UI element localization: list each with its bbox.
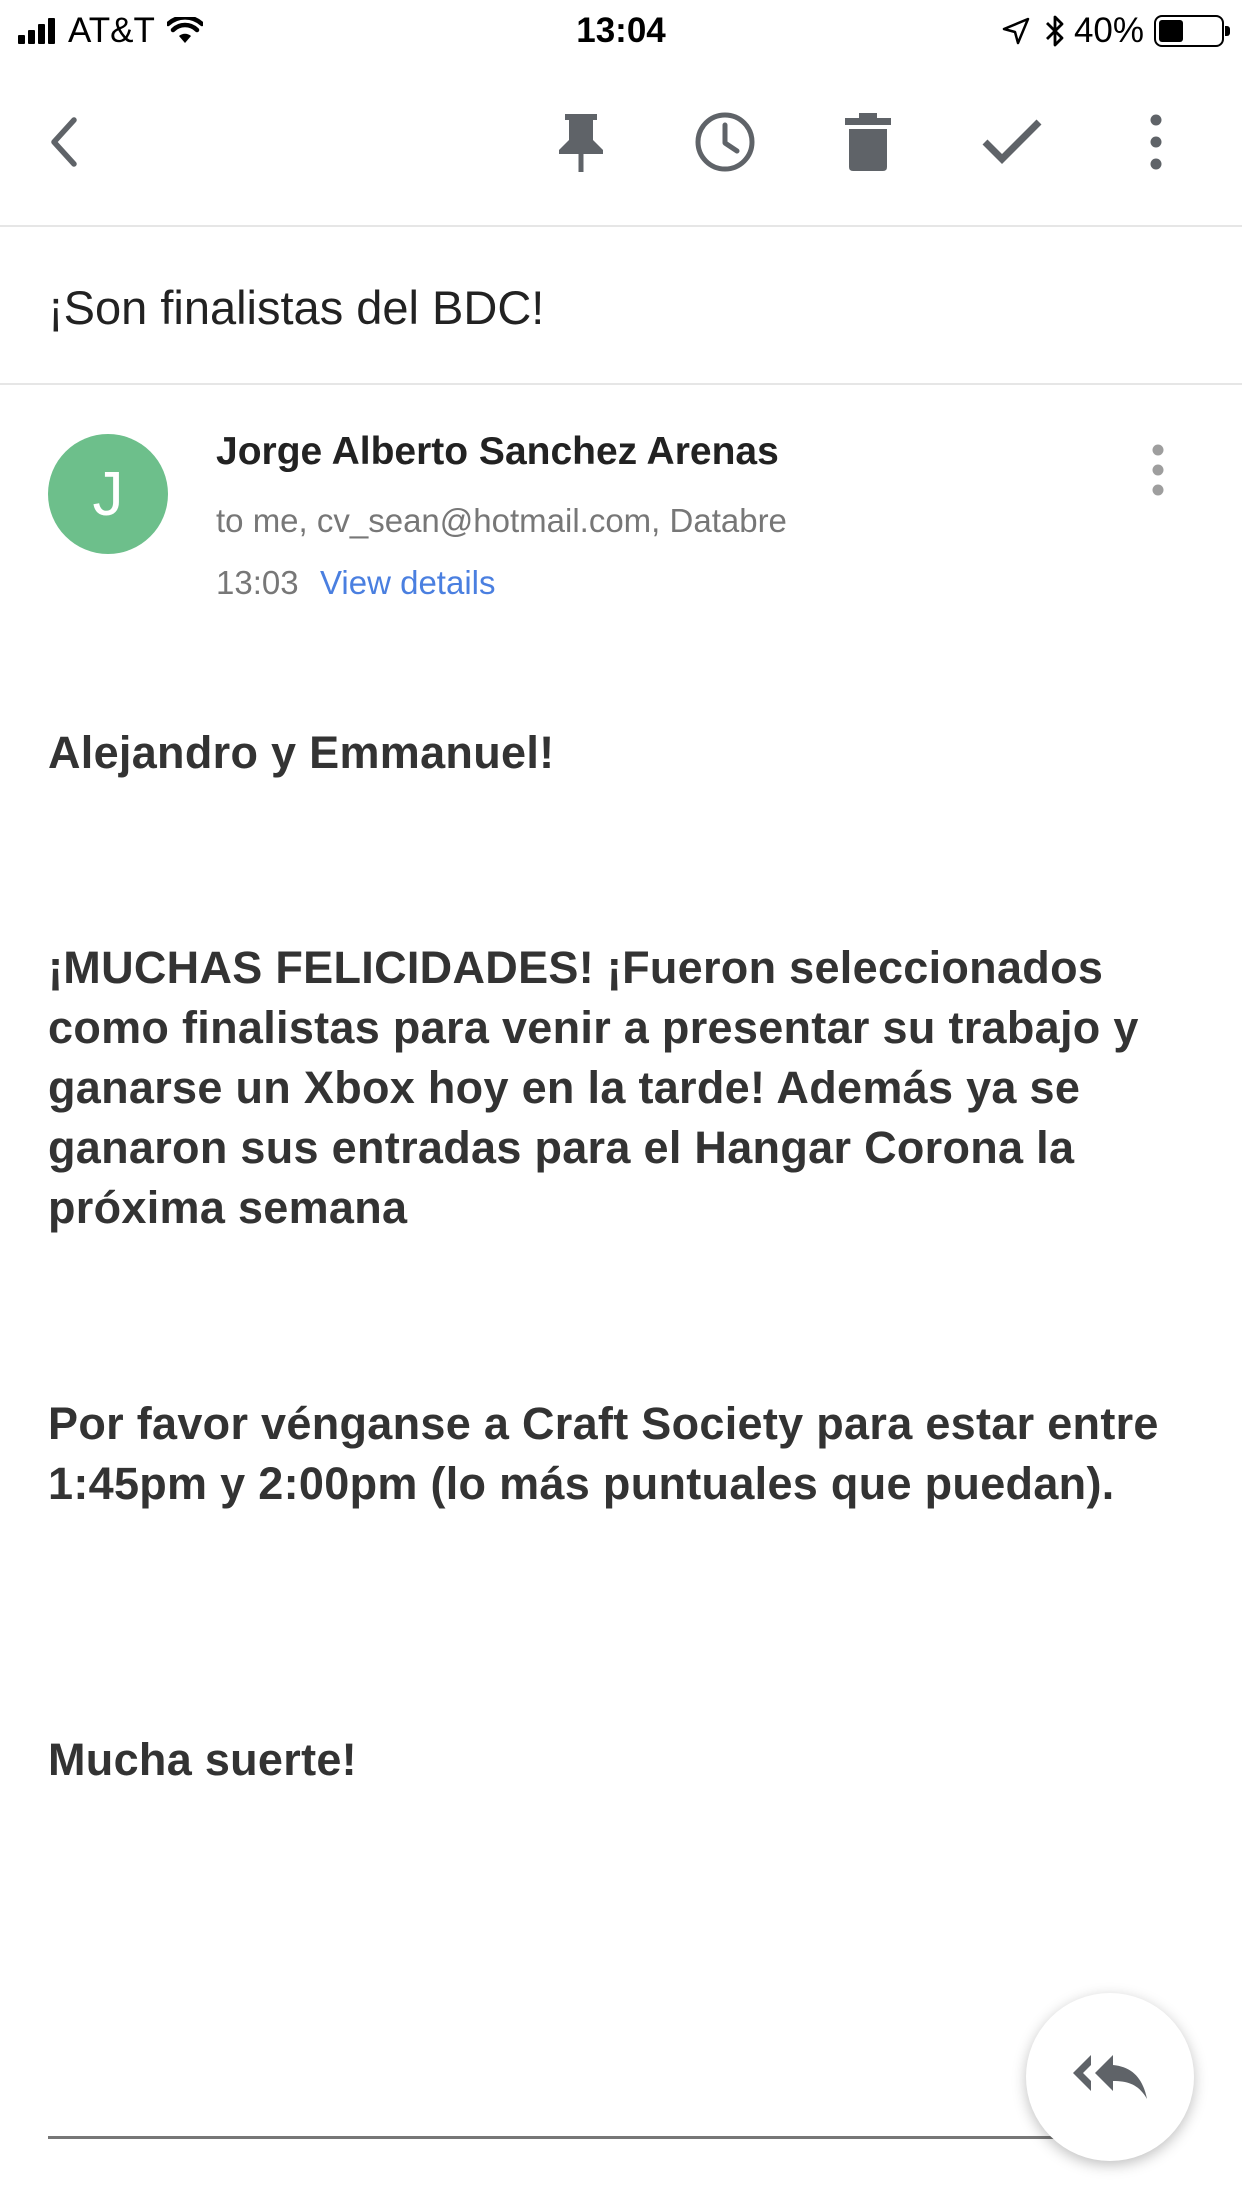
body-closing: Mucha suerte! — [48, 1734, 357, 1785]
email-toolbar — [0, 62, 1242, 227]
battery-percent: 40% — [1073, 11, 1144, 50]
body-paragraph: ¡MUCHAS FELICIDADES! ¡Fueron seleccionad… — [48, 942, 1139, 1233]
subject-divider — [0, 383, 1242, 385]
sender-avatar[interactable]: J — [48, 434, 168, 554]
sent-time: 13:03 — [216, 564, 299, 601]
more-vert-icon — [1150, 114, 1162, 170]
snooze-button[interactable] — [675, 92, 775, 192]
message-more-button[interactable] — [1128, 440, 1188, 500]
recipients-line: to me, cv_sean@hotmail.com, Databre — [216, 502, 787, 539]
check-icon — [982, 119, 1042, 164]
status-bar-right: 40% — [1002, 8, 1230, 54]
reply-all-icon — [1073, 2055, 1147, 2099]
bluetooth-icon — [1045, 15, 1064, 47]
more-vert-icon — [1152, 444, 1164, 496]
archive-button[interactable] — [962, 92, 1062, 192]
delete-button[interactable] — [818, 92, 918, 192]
view-details-link[interactable]: View details — [320, 564, 496, 602]
reply-all-button[interactable] — [1026, 1993, 1194, 2161]
trash-icon — [845, 113, 891, 171]
location-icon — [1002, 17, 1030, 45]
sender-name[interactable]: Jorge Alberto Sanchez Arenas — [216, 430, 779, 474]
pin-icon — [559, 114, 603, 172]
back-button[interactable] — [16, 92, 116, 192]
message-end-divider — [48, 2136, 1068, 2139]
status-bar: AT&T 13:04 40% — [0, 0, 1242, 62]
body-greeting: Alejandro y Emmanuel! — [48, 727, 555, 778]
clock-icon — [695, 112, 755, 172]
pin-button[interactable] — [531, 92, 631, 192]
more-options-button[interactable] — [1106, 92, 1206, 192]
email-subject: ¡Son finalistas del BDC! — [48, 281, 545, 334]
battery-fill — [1159, 20, 1183, 42]
body-paragraph: Por favor vénganse a Craft Society para … — [48, 1398, 1159, 1509]
back-arrow-icon — [51, 117, 77, 167]
battery-icon — [1154, 15, 1230, 47]
